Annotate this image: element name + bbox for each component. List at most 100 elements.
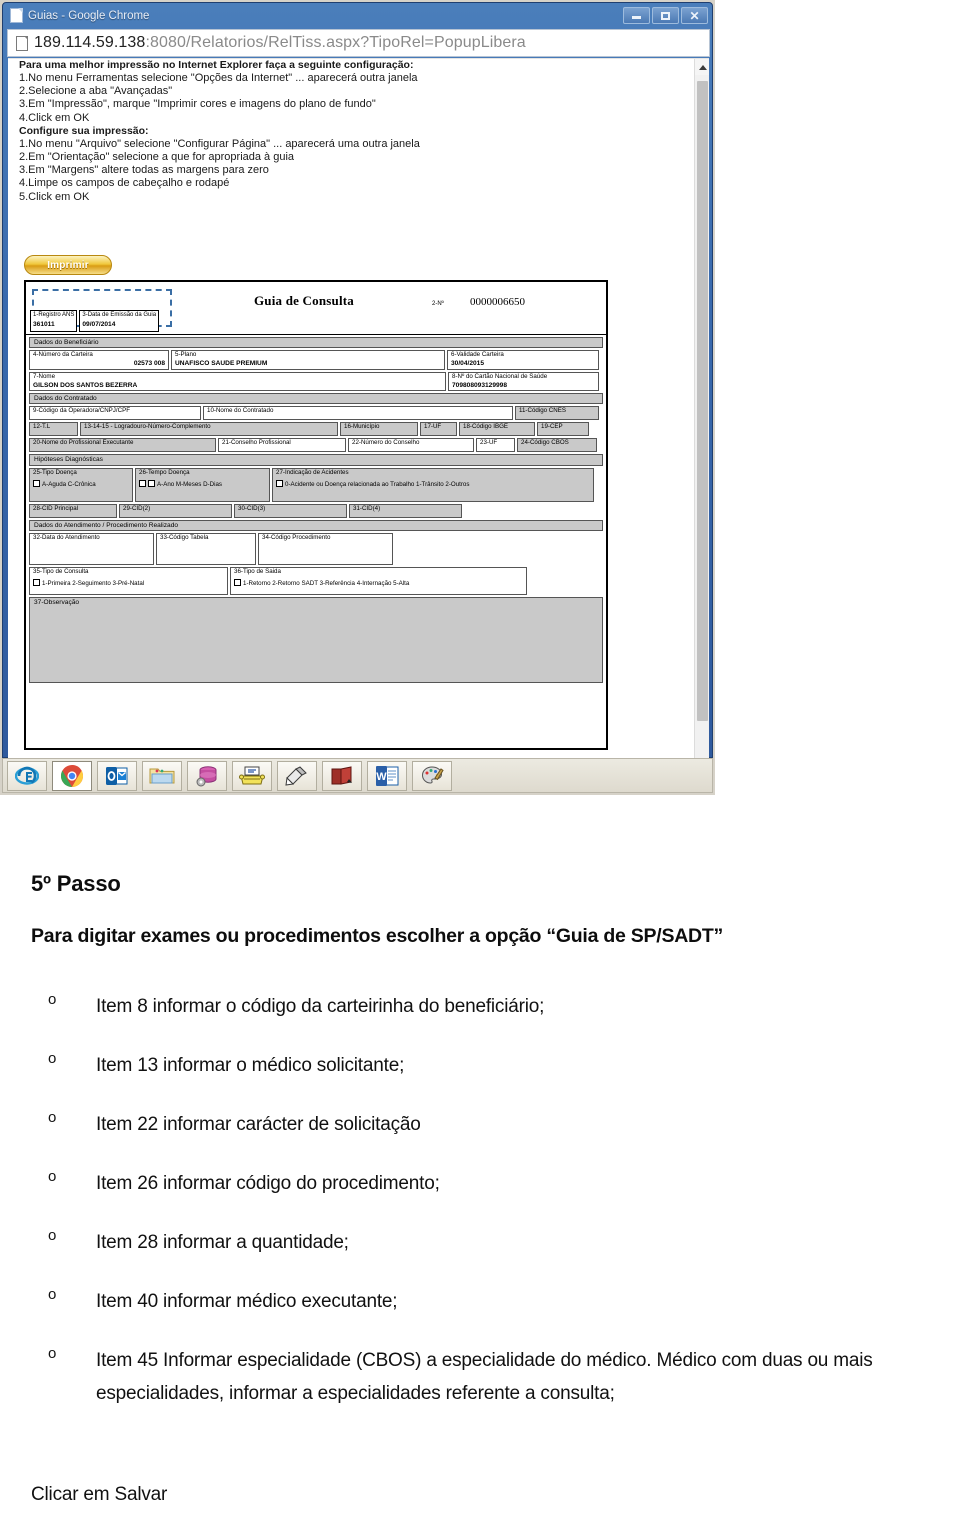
form-field[interactable]: 26-Tempo Doença A-Ano M-Meses D-Dias: [135, 467, 270, 502]
form-field[interactable]: 5-Plano UNAFISCO SAUDE PREMIUM: [171, 350, 445, 370]
tiss-guia-form: Guia de Consulta 2-Nº 0000006650 1-Regis…: [24, 280, 608, 750]
field-label: 29-CID(2): [123, 504, 151, 512]
list-bullet-marker: o: [48, 1168, 57, 1185]
maximize-button[interactable]: [652, 7, 679, 24]
page-scrollbar[interactable]: [694, 59, 709, 758]
taskbar-item-word[interactable]: W: [367, 760, 407, 791]
field-value: 1-Retorno 2-Retorno SADT 3-Referência 4-…: [234, 579, 523, 588]
address-bar[interactable]: 189.114.59.138:8080/Relatorios/RelTiss.a…: [7, 29, 710, 57]
scroll-up-arrow-icon[interactable]: [695, 59, 709, 75]
form-field[interactable]: 36-Tipo de Saida 1-Retorno 2-Retorno SADT…: [230, 567, 527, 596]
url-host: 189.114.59.138: [34, 34, 146, 51]
form-field[interactable]: 12-T.L: [29, 422, 78, 437]
taskbar-item-paint[interactable]: [412, 760, 452, 791]
svg-text:W: W: [376, 771, 387, 783]
form-field[interactable]: 28-CID Principal: [29, 503, 117, 518]
list-item: o Item 40 informar médico executante;: [48, 1285, 948, 1318]
form-field[interactable]: 30-CID(3): [234, 503, 347, 518]
form-field[interactable]: 8-Nº do Cartão Nacional de Saúde 70980809…: [448, 371, 599, 391]
field-value: 09/07/2014: [82, 320, 116, 328]
form-field[interactable]: 33-Código Tabela: [156, 533, 256, 566]
form-field[interactable]: 7-Nome GILSON DOS SANTOS BEZERRA: [29, 371, 446, 391]
field-label: 8-Nº do Cartão Nacional de Saúde: [452, 372, 548, 380]
taskbar-item-scanner[interactable]: [277, 760, 317, 791]
field-label: 36-Tipo de Saida: [234, 568, 281, 576]
list-item: o Item 13 informar o médico solicitante;: [48, 1049, 948, 1082]
form-field[interactable]: 18-Código IBGE: [459, 422, 535, 437]
field-label: 33-Código Tabela: [160, 534, 209, 542]
form-field[interactable]: 13-14-15 - Logradouro-Número-Complemento: [80, 422, 338, 437]
checkbox[interactable]: [148, 479, 155, 487]
form-field[interactable]: 21-Conselho Profissional: [218, 438, 346, 453]
field-label: 24-Código CBOS: [521, 439, 569, 447]
taskbar-item-folder[interactable]: [142, 760, 182, 791]
instructions-list-1: 1.No menu Ferramentas selecione "Opções …: [19, 72, 539, 125]
form-field[interactable]: 9-Código da Operadora/CNPJ/CPF: [29, 406, 201, 421]
page-document-icon: [16, 35, 28, 51]
field-value: A-Aguda C-Crônica: [33, 479, 129, 489]
guia-number-label: 2-Nº: [432, 301, 444, 307]
checkbox[interactable]: [33, 579, 40, 587]
taskbar-item-internet-explorer[interactable]: [7, 760, 47, 791]
form-field[interactable]: 31-CID(4): [349, 503, 462, 518]
taskbar-item-book[interactable]: [322, 760, 362, 791]
form-field[interactable]: 11-Código CNES: [515, 406, 599, 421]
url-path: :8080/Relatorios/RelTiss.aspx?TipoRel=Po…: [145, 34, 526, 51]
field-row: 9-Código da Operadora/CNPJ/CPF 10-Nome do…: [29, 406, 603, 421]
checkbox[interactable]: [139, 479, 146, 487]
form-field[interactable]: 4-Número da Carteira 02573 008: [29, 350, 169, 370]
form-field[interactable]: 22-Número do Conselho: [348, 438, 474, 453]
internet-explorer-icon: [15, 764, 39, 788]
checkbox[interactable]: [33, 479, 40, 487]
list-item-text: Item 8 informar o código da carteirinha …: [96, 996, 545, 1017]
field-value: 30/04/2015: [451, 360, 485, 368]
instructions-list-2: 1.No menu "Arquivo" selecione "Configura…: [19, 138, 539, 204]
print-button[interactable]: Imprimir: [24, 255, 112, 275]
form-field[interactable]: 20-Nome do Profissional Executante: [29, 438, 216, 453]
taskbar-item-outlook[interactable]: [97, 760, 137, 791]
instruction-line: 3.Em "Margens" altere todas as margens p…: [19, 164, 269, 177]
form-field[interactable]: 16-Município: [340, 422, 418, 437]
form-field[interactable]: 19-CEP: [537, 422, 589, 437]
checkbox[interactable]: [276, 479, 283, 487]
checkbox[interactable]: [234, 579, 241, 587]
taskbar-item-google-chrome[interactable]: [52, 760, 92, 791]
form-field[interactable]: 23-UF: [476, 438, 515, 453]
form-field[interactable]: 29-CID(2): [119, 503, 232, 518]
field-label: 25-Tipo Doença: [33, 468, 77, 476]
list-item-text: Item 28 informar a quantidade;: [96, 1232, 349, 1253]
form-field[interactable]: 25-Tipo Doença A-Aguda C-Crônica: [29, 467, 133, 502]
form-field[interactable]: 32-Data do Atendimento: [29, 533, 154, 566]
list-item-text: Item 45 Informar especialidade (CBOS) a …: [96, 1350, 873, 1405]
list-item: o Item 22 informar carácter de solicitaçã…: [48, 1108, 948, 1141]
form-field[interactable]: 17-UF: [420, 422, 457, 437]
field-label: 21-Conselho Profissional: [222, 439, 291, 447]
field-label: 4-Número da Carteira: [33, 351, 93, 359]
form-field[interactable]: 27-Indicação de Acidentes 0-Acidente ou D…: [272, 467, 594, 502]
section-band: Dados do Contratado: [29, 393, 603, 405]
taskbar-item-typewriter[interactable]: [232, 760, 272, 791]
instruction-line: 1.No menu Ferramentas selecione "Opções …: [19, 72, 418, 84]
form-field[interactable]: 6-Validade Carteira 30/04/2015: [447, 350, 599, 370]
taskbar-item-database[interactable]: [187, 760, 227, 791]
typewriter-icon: [239, 765, 265, 787]
instructions-header-2: Configure sua impressão:: [19, 124, 149, 137]
form-field[interactable]: 35-Tipo de Consulta 1-Primeira 2-Seguimen…: [29, 567, 228, 596]
field-value: 02573 008: [133, 360, 165, 368]
observation-field[interactable]: 37-Observação: [29, 597, 603, 684]
field-row: 12-T.L 13-14-15 - Logradouro-Número-Compl…: [29, 422, 603, 437]
list-bullet-marker: o: [48, 1286, 57, 1303]
form-field[interactable]: 24-Código CBOS: [517, 438, 597, 453]
list-bullet-marker: o: [48, 1050, 57, 1067]
list-bullet-marker: o: [48, 991, 57, 1008]
form-field[interactable]: 34-Código Procedimento: [258, 533, 393, 566]
minimize-button[interactable]: [623, 7, 650, 24]
close-button[interactable]: ✕: [681, 7, 708, 24]
list-item: o Item 28 informar a quantidade;: [48, 1226, 948, 1259]
scrollbar-thumb[interactable]: [697, 81, 708, 721]
instruction-line: 3.Em "Impressão", marque "Imprimir cores…: [19, 98, 376, 111]
field-label: 20-Nome do Profissional Executante: [33, 439, 134, 447]
field-row: 20-Nome do Profissional Executante 21-Con…: [29, 438, 603, 453]
form-field[interactable]: 10-Nome do Contratado: [203, 406, 513, 421]
instruction-line: 4.Limpe os campos de cabeçalho e rodapé: [19, 177, 230, 190]
